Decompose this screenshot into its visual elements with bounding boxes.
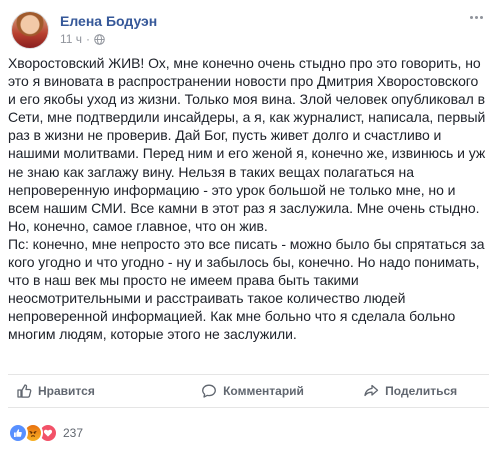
post-paragraph-2: Пс: конечно, мне непросто это все писать… bbox=[8, 235, 489, 343]
post-meta: 11 ч · bbox=[60, 32, 105, 46]
more-options-icon[interactable] bbox=[465, 10, 487, 24]
comment-label: Комментарий bbox=[223, 384, 304, 398]
author-name[interactable]: Елена Бодуэн bbox=[60, 13, 157, 29]
globe-icon[interactable] bbox=[94, 33, 105, 45]
comment-icon bbox=[202, 384, 217, 398]
action-bar: Нравится Комментарий Поделиться bbox=[8, 374, 489, 408]
reactions-summary[interactable]: 237 bbox=[8, 423, 83, 443]
thumbs-up-icon bbox=[17, 384, 32, 398]
share-icon bbox=[364, 384, 379, 397]
reaction-count[interactable]: 237 bbox=[63, 426, 83, 440]
post-text: Хворостовский ЖИВ! Ох, мне конечно очень… bbox=[8, 54, 489, 344]
facebook-post: Елена Бодуэн 11 ч · Хворостовский ЖИВ! О… bbox=[0, 0, 497, 452]
comment-button[interactable]: Комментарий bbox=[174, 375, 332, 407]
post-header: Елена Бодуэн 11 ч · bbox=[8, 8, 489, 52]
like-reaction-icon bbox=[8, 423, 28, 443]
like-label: Нравится bbox=[38, 384, 95, 398]
share-label: Поделиться bbox=[385, 384, 458, 398]
like-button[interactable]: Нравится bbox=[8, 375, 174, 407]
post-paragraph-1: Хворостовский ЖИВ! Ох, мне конечно очень… bbox=[8, 55, 490, 234]
meta-separator: · bbox=[86, 32, 91, 46]
author-avatar[interactable] bbox=[11, 11, 49, 49]
share-button[interactable]: Поделиться bbox=[331, 375, 489, 407]
post-timestamp[interactable]: 11 ч bbox=[60, 32, 82, 46]
